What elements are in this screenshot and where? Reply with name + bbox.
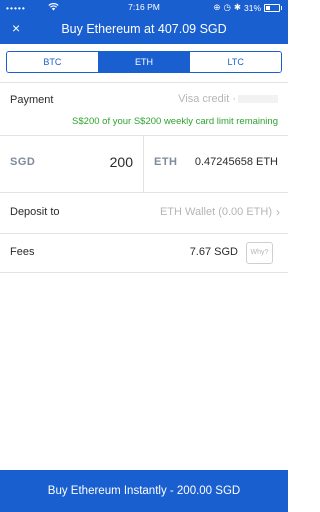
clock-icon: ◷ [223, 2, 231, 12]
divider [0, 82, 288, 83]
fees-label: Fees [10, 246, 35, 258]
bluetooth-icon: ✱ [233, 2, 241, 12]
tab-btc[interactable]: BTC [7, 52, 98, 72]
crypto-amount-field[interactable]: ETH 0.47245658 ETH [144, 136, 288, 192]
fiat-amount-field[interactable]: SGD 200 [0, 136, 144, 192]
tab-eth[interactable]: ETH [97, 52, 190, 72]
payment-method-value: Visa credit · [178, 93, 236, 105]
chevron-right-icon: › [276, 205, 280, 219]
alarm-icon: ⊕ [213, 2, 221, 12]
why-fees-button[interactable]: Why? [246, 242, 273, 264]
divider [0, 233, 288, 234]
status-bar: ••••• 7:16 PM ⊕ ◷ ✱ 31% [0, 0, 288, 15]
payment-label: Payment [10, 94, 54, 106]
nav-bar: × Buy Ethereum at 407.09 SGD [0, 15, 288, 44]
crypto-currency-label: ETH [154, 156, 178, 168]
status-right-group: ⊕ ◷ ✱ 31% [213, 2, 282, 13]
fiat-amount-input[interactable]: 200 [110, 154, 133, 170]
deposit-label: Deposit to [10, 206, 60, 218]
battery-percent: 31% [243, 2, 261, 13]
crypto-amount-input[interactable]: 0.47245658 ETH [195, 156, 278, 168]
divider [0, 272, 288, 273]
battery-icon [264, 3, 282, 12]
fiat-currency-label: SGD [10, 156, 36, 168]
card-limit-note: S$200 of your S$200 weekly card limit re… [72, 116, 278, 127]
deposit-wallet-value: ETH Wallet (0.00 ETH) [159, 206, 272, 218]
page-title: Buy Ethereum at 407.09 SGD [61, 22, 227, 36]
payment-method-selector[interactable]: Visa credit · [178, 93, 278, 105]
fees-value: 7.67 SGD [189, 246, 238, 258]
currency-tabs: BTC ETH LTC [6, 51, 282, 73]
battery-fill [266, 5, 270, 10]
card-number-redacted [238, 95, 278, 104]
buy-instantly-button[interactable]: Buy Ethereum Instantly - 200.00 SGD [0, 470, 288, 512]
tab-ltc[interactable]: LTC [189, 52, 281, 72]
